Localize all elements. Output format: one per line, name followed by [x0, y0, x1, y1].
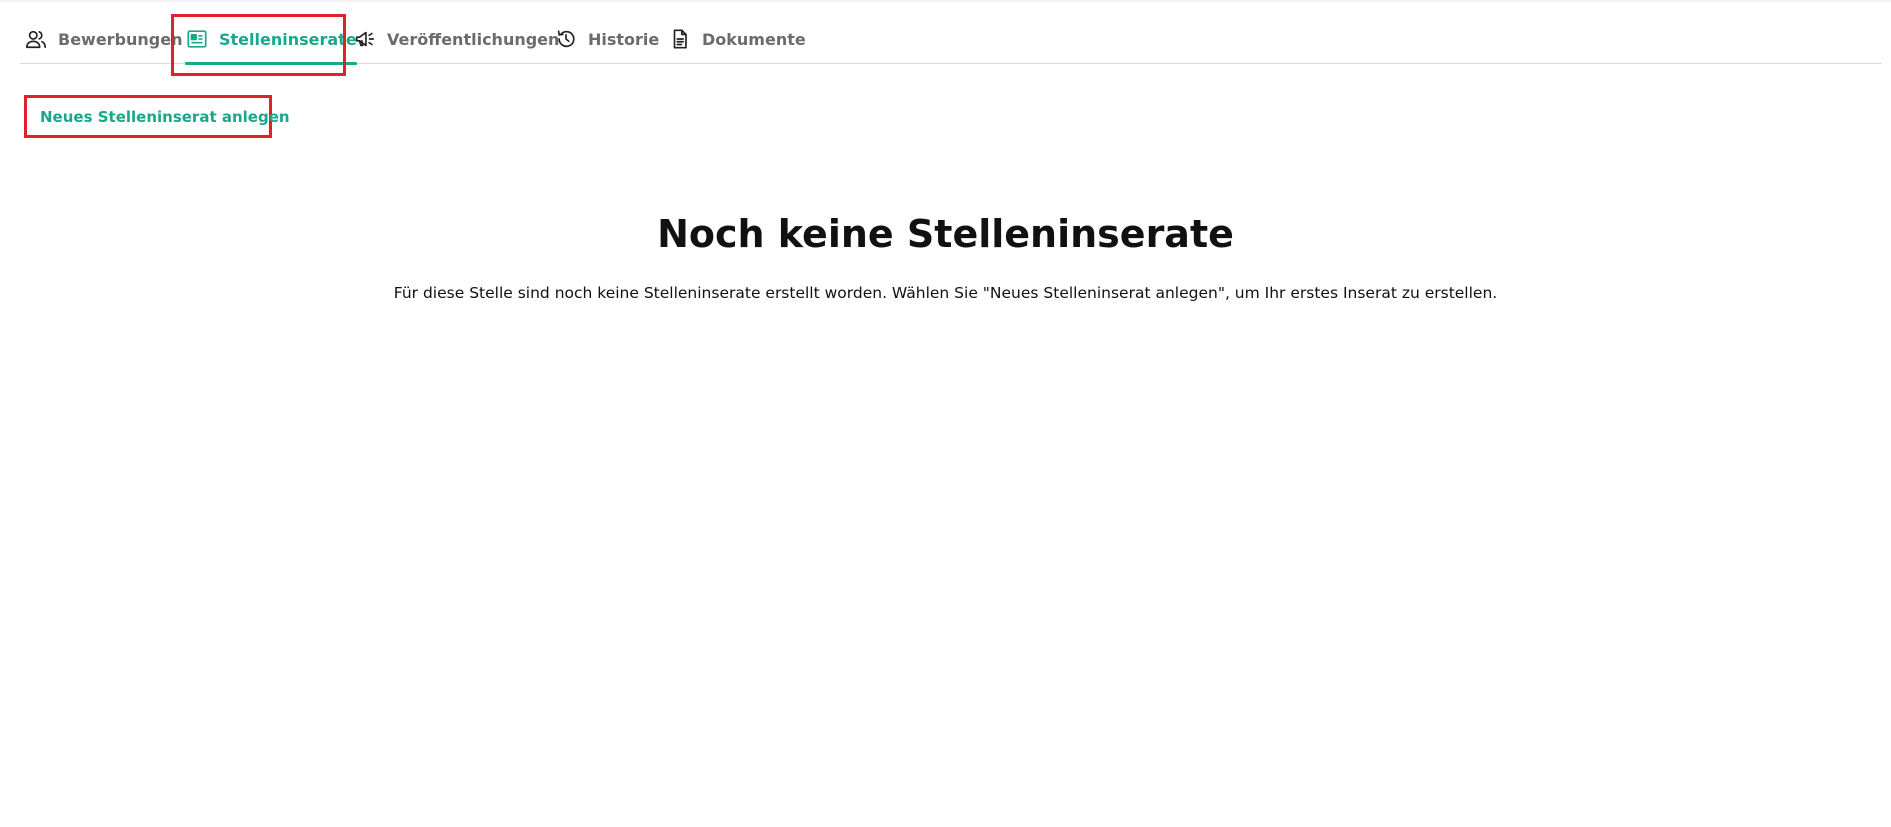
megaphone-icon — [353, 27, 377, 51]
tab-label: Stelleninserate — [219, 29, 357, 49]
empty-state-text: Für diese Stelle sind noch keine Stellen… — [393, 284, 1498, 302]
history-icon — [554, 27, 578, 51]
tab-bar: Bewerbungen Stelleninserate Veröffentlic… — [20, 14, 1882, 65]
document-icon — [668, 27, 692, 51]
users-icon — [24, 27, 48, 51]
tab-veroeffentlichungen[interactable]: Veröffentlichungen — [353, 14, 559, 64]
tab-stelleninserate[interactable]: Stelleninserate — [185, 14, 357, 65]
id-card-icon — [185, 27, 209, 51]
empty-state-title: Noch keine Stelleninserate — [657, 212, 1234, 256]
tab-bewerbungen[interactable]: Bewerbungen — [24, 14, 183, 64]
tab-label: Dokumente — [702, 29, 806, 49]
new-job-ad-button[interactable]: Neues Stelleninserat anlegen — [24, 95, 290, 138]
tab-label: Historie — [588, 29, 660, 49]
tab-historie[interactable]: Historie — [554, 14, 659, 64]
tab-dokumente[interactable]: Dokumente — [668, 14, 806, 64]
tab-label: Veröffentlichungen — [387, 29, 560, 49]
active-tab-indicator — [185, 62, 357, 65]
tab-label: Bewerbungen — [58, 29, 183, 49]
header-shadow — [0, 0, 1891, 4]
